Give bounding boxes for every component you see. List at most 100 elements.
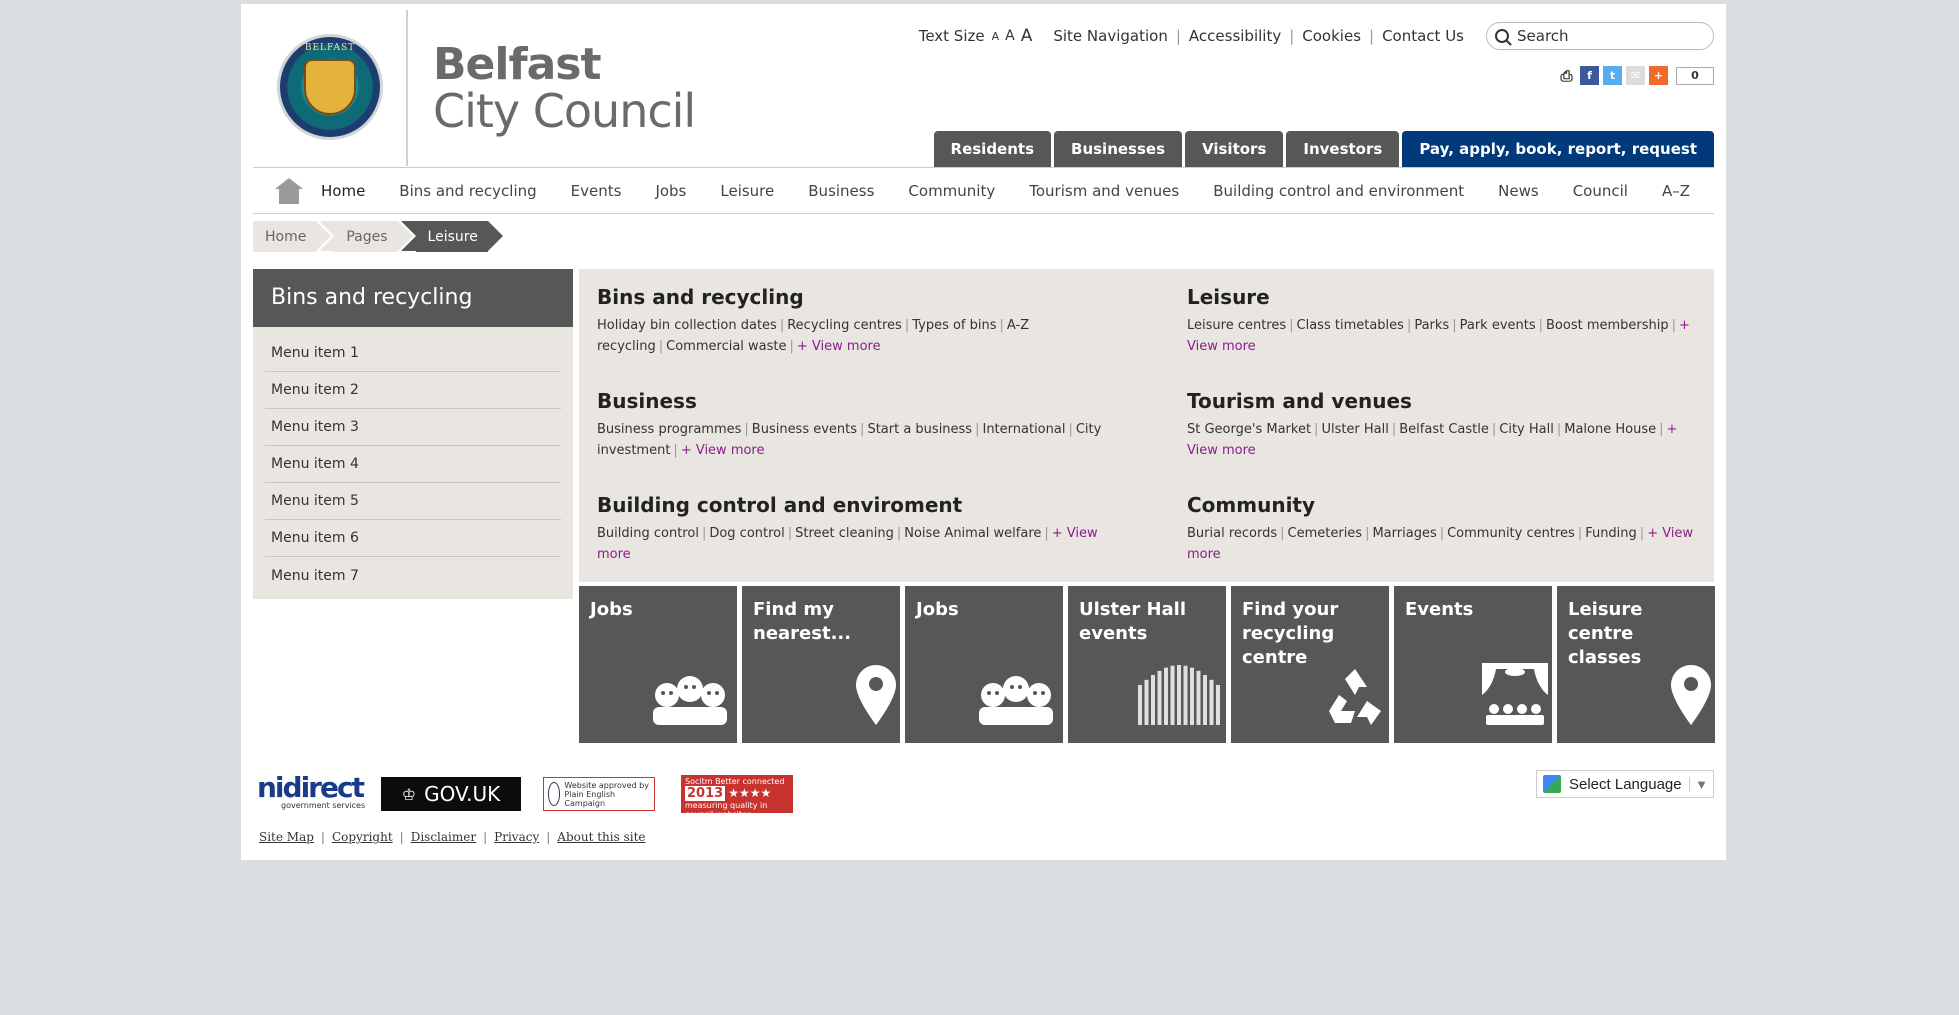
mega-link[interactable]: Park events	[1460, 318, 1536, 333]
plain-english-badge[interactable]: Website approved by Plain English Campai…	[543, 777, 655, 811]
nav-jobs[interactable]: Jobs	[655, 182, 686, 200]
mega-link[interactable]: Boost membership	[1546, 318, 1669, 333]
sidebar-item-3[interactable]: Menu item 3	[265, 409, 561, 446]
mega-link[interactable]: Building control	[597, 526, 699, 541]
add-share-icon[interactable]: +	[1649, 66, 1668, 85]
tab-businesses[interactable]: Businesses	[1054, 131, 1183, 167]
sidebar-item-7[interactable]: Menu item 7	[265, 557, 561, 594]
mega-link[interactable]: Types of bins	[912, 318, 996, 333]
tile-events[interactable]: Events	[1394, 586, 1552, 743]
govuk-logo[interactable]: ♔ GOV.UK	[381, 777, 521, 811]
tile-leisure-centre-classes[interactable]: Leisure centre classes	[1557, 586, 1715, 743]
mega-section-title[interactable]: Community	[1187, 493, 1707, 517]
tile-jobs[interactable]: Jobs	[579, 586, 737, 743]
mega-link[interactable]: St George's Market	[1187, 422, 1311, 437]
twitter-icon[interactable]: t	[1603, 66, 1622, 85]
nav-business[interactable]: Business	[808, 182, 874, 200]
nav-tourism-and-venues[interactable]: Tourism and venues	[1029, 182, 1179, 200]
mega-link[interactable]: Business events	[752, 422, 857, 437]
cookies-link[interactable]: Cookies	[1302, 27, 1361, 45]
tile-jobs-2[interactable]: Jobs	[905, 586, 1063, 743]
mega-link[interactable]: Noise Animal welfare	[904, 526, 1041, 541]
footer-link-copyright[interactable]: Copyright	[332, 830, 393, 844]
nav-events[interactable]: Events	[571, 182, 622, 200]
text-size-small[interactable]: A	[992, 30, 1000, 43]
footer-link-site-map[interactable]: Site Map	[259, 830, 314, 844]
mega-link[interactable]: Marriages	[1372, 526, 1436, 541]
logo-line-2: City Council	[433, 84, 696, 138]
page-container: BELFAST Belfast City Council Text Size A…	[241, 4, 1726, 860]
sidebar-item-6[interactable]: Menu item 6	[265, 520, 561, 557]
mega-section-title[interactable]: Leisure	[1187, 285, 1707, 309]
contact-us-link[interactable]: Contact Us	[1382, 27, 1464, 45]
mega-link[interactable]: Funding	[1585, 526, 1637, 541]
mega-link[interactable]: Street cleaning	[795, 526, 894, 541]
breadcrumb-home[interactable]: Home	[253, 221, 332, 252]
view-more-link[interactable]: + View more	[797, 339, 881, 354]
email-icon[interactable]: ✉	[1626, 66, 1645, 85]
home-icon[interactable]	[275, 177, 303, 204]
mega-link[interactable]: Community centres	[1447, 526, 1575, 541]
nav-building-control[interactable]: Building control and environment	[1213, 182, 1464, 200]
site-navigation-link[interactable]: Site Navigation	[1053, 27, 1167, 45]
mega-link[interactable]: Cemeteries	[1288, 526, 1363, 541]
nav-bins-and-recycling[interactable]: Bins and recycling	[399, 182, 536, 200]
view-more-link[interactable]: + View more	[681, 443, 765, 458]
facebook-icon[interactable]: f	[1580, 66, 1599, 85]
tile-label: Leisure centre classes	[1568, 599, 1643, 668]
accessibility-link[interactable]: Accessibility	[1189, 27, 1281, 45]
mega-link[interactable]: Parks	[1414, 318, 1449, 333]
nav-leisure[interactable]: Leisure	[720, 182, 774, 200]
mega-section-community: Community Burial records | Cemeteries | Marri…	[1187, 493, 1707, 565]
mega-link[interactable]: Recycling centres	[787, 318, 902, 333]
tab-residents[interactable]: Residents	[933, 131, 1052, 167]
footer-link-about[interactable]: About this site	[557, 830, 645, 844]
tile-find-recycling-centre[interactable]: Find your recycling centre	[1231, 586, 1389, 743]
mega-link[interactable]: Business programmes	[597, 422, 741, 437]
council-seal-logo[interactable]: BELFAST	[277, 34, 383, 140]
mega-link[interactable]: Ulster Hall	[1321, 422, 1388, 437]
share-count: 0	[1676, 66, 1714, 85]
nav-home[interactable]: Home	[321, 182, 365, 200]
nav-news[interactable]: News	[1498, 182, 1539, 200]
mega-link[interactable]: Holiday bin collection dates	[597, 318, 777, 333]
mega-link[interactable]: City Hall	[1499, 422, 1554, 437]
site-logo-text[interactable]: Belfast City Council	[433, 42, 696, 138]
sidebar-item-2[interactable]: Menu item 2	[265, 372, 561, 409]
sidebar-item-1[interactable]: Menu item 1	[265, 335, 561, 372]
sidebar-item-5[interactable]: Menu item 5	[265, 483, 561, 520]
language-select[interactable]: Select Language ▼	[1536, 770, 1714, 798]
mega-link[interactable]: Burial records	[1187, 526, 1277, 541]
mega-link[interactable]: Class timetables	[1297, 318, 1404, 333]
mega-link[interactable]: International	[982, 422, 1065, 437]
mega-section-title[interactable]: Building control and enviroment	[597, 493, 1117, 517]
search-input[interactable]: Search	[1486, 22, 1714, 50]
footer-link-privacy[interactable]: Privacy	[494, 830, 539, 844]
mega-link[interactable]: Malone House	[1564, 422, 1656, 437]
tab-visitors[interactable]: Visitors	[1185, 131, 1284, 167]
tile-find-my-nearest[interactable]: Find my nearest...	[742, 586, 900, 743]
google-translate-icon	[1543, 775, 1561, 793]
nav-community[interactable]: Community	[908, 182, 995, 200]
mega-link[interactable]: Leisure centres	[1187, 318, 1286, 333]
tab-pay-apply-book[interactable]: Pay, apply, book, report, request	[1402, 131, 1714, 167]
tile-ulster-hall-events[interactable]: Ulster Hall events	[1068, 586, 1226, 743]
mega-section-title[interactable]: Tourism and venues	[1187, 389, 1707, 413]
mega-link[interactable]: Commercial waste	[666, 339, 786, 354]
sidebar-item-4[interactable]: Menu item 4	[265, 446, 561, 483]
nav-a-z[interactable]: A–Z	[1662, 182, 1690, 200]
print-icon[interactable]: ⎙	[1557, 66, 1576, 85]
mega-link[interactable]: Belfast Castle	[1399, 422, 1489, 437]
tab-investors[interactable]: Investors	[1286, 131, 1400, 167]
mega-section-title[interactable]: Business	[597, 389, 1117, 413]
footer-link-disclaimer[interactable]: Disclaimer	[411, 830, 476, 844]
socitm-badge[interactable]: Socitm Better connected 2013 ★★★★ measuri…	[681, 775, 793, 819]
breadcrumb-pages[interactable]: Pages	[319, 221, 413, 252]
text-size-medium[interactable]: A	[1005, 28, 1015, 44]
mega-link[interactable]: Start a business	[867, 422, 972, 437]
text-size-large[interactable]: A	[1021, 26, 1033, 46]
mega-link[interactable]: Dog control	[709, 526, 784, 541]
nav-council[interactable]: Council	[1573, 182, 1628, 200]
mega-section-title[interactable]: Bins and recycling	[597, 285, 1117, 309]
nidirect-logo[interactable]: nidirect government services	[257, 774, 369, 814]
